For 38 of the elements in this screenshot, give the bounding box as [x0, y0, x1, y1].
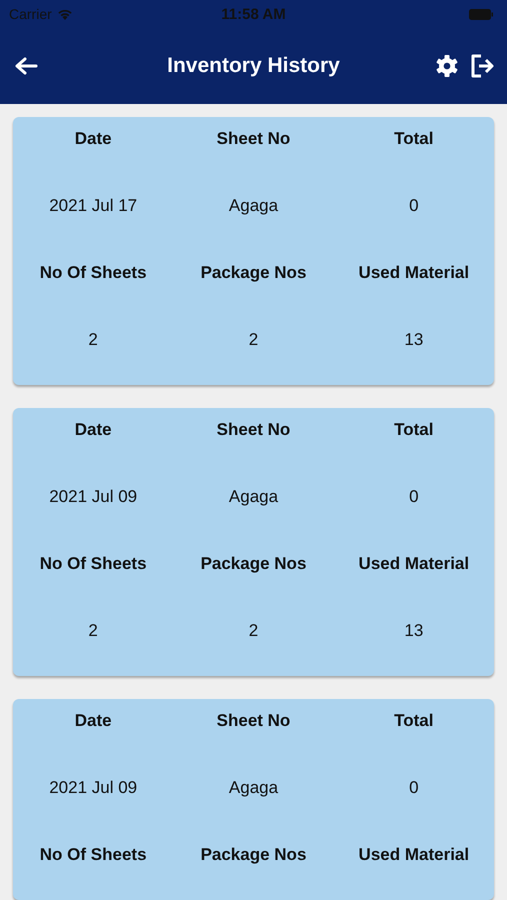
column-label: Package Nos [200, 554, 306, 574]
field-value: Agaga [228, 196, 278, 216]
column-label: Used Material [358, 845, 470, 865]
field-value: Agaga [228, 487, 278, 507]
column-label: Sheet No [216, 129, 290, 149]
field-value: 2021 Jul 09 [49, 487, 138, 507]
field-value: 2 [88, 330, 98, 350]
field-value: 2021 Jul 09 [49, 778, 138, 798]
column-label: No Of Sheets [40, 554, 147, 574]
battery-icon [469, 8, 493, 20]
field-value: 2021 Jul 17 [49, 196, 138, 216]
column-label: Date [74, 129, 112, 149]
field-value: 13 [404, 330, 424, 350]
clock-time: 11:58 AM [221, 6, 286, 22]
column-label: Total [394, 711, 434, 731]
column-label: Date [74, 711, 112, 731]
column-label: No Of Sheets [40, 263, 147, 283]
field-value: 2 [88, 621, 98, 641]
field-value: 0 [409, 196, 419, 216]
field-value: 0 [409, 778, 419, 798]
column-label: Sheet No [216, 711, 290, 731]
column-label: Used Material [358, 263, 470, 283]
wifi-icon [56, 8, 73, 20]
column-label: Package Nos [200, 263, 306, 283]
field-value: Agaga [228, 778, 278, 798]
column-label: Package Nos [200, 845, 306, 865]
column-label: No Of Sheets [40, 845, 147, 865]
field-value: 2 [248, 330, 258, 350]
column-label: Total [394, 420, 434, 440]
screen-title: Inventory History [167, 54, 340, 78]
column-label: Total [394, 129, 434, 149]
field-value: 2 [248, 621, 258, 641]
field-value: 13 [404, 621, 424, 641]
column-label: Used Material [358, 554, 470, 574]
carrier-name: Carrier [9, 6, 52, 22]
column-label: Sheet No [216, 420, 290, 440]
field-value: 0 [409, 487, 419, 507]
column-label: Date [74, 420, 112, 440]
